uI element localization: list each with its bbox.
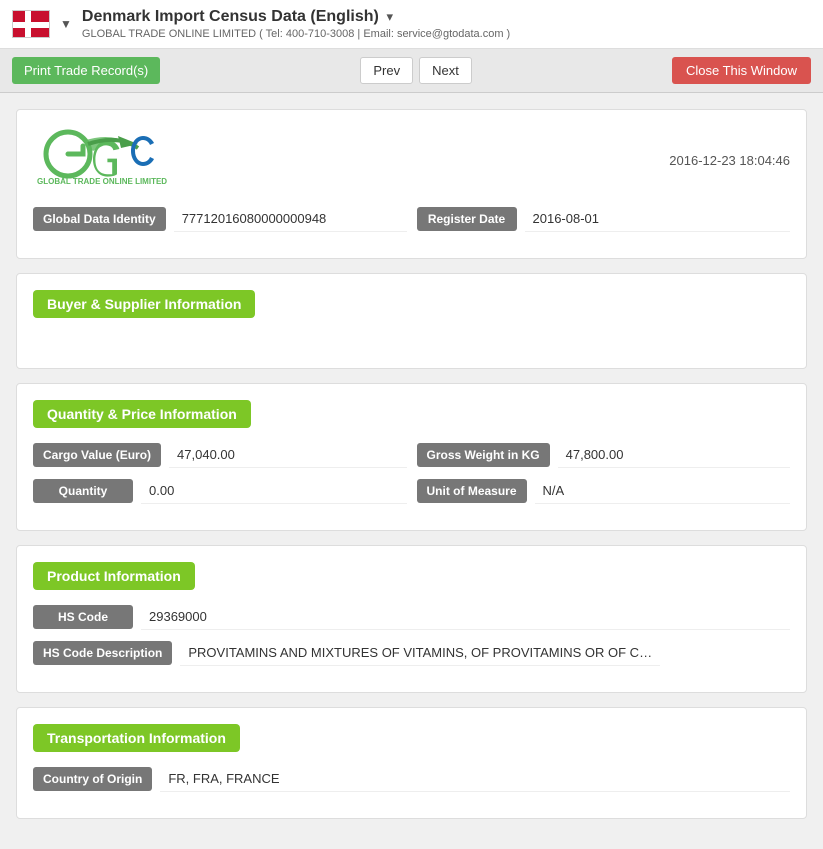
country-of-origin-value: FR, FRA, FRANCE (160, 766, 790, 792)
cargo-value-group: Cargo Value (Euro) 47,040.00 (33, 442, 407, 468)
gross-weight-label: Gross Weight in KG (417, 443, 550, 467)
hs-code-label: HS Code (33, 605, 133, 629)
header-title-block: Denmark Import Census Data (English) ▾ G… (82, 8, 811, 40)
register-date-label: Register Date (417, 207, 517, 231)
transportation-header: Transportation Information (33, 724, 240, 752)
dropdown-arrow-icon[interactable]: ▼ (60, 17, 72, 31)
country-origin-group: Country of Origin FR, FRA, FRANCE (33, 766, 790, 792)
unit-of-measure-value: N/A (535, 478, 790, 504)
toolbar: Print Trade Record(s) Prev Next Close Th… (0, 49, 823, 93)
gross-weight-value: 47,800.00 (558, 442, 790, 468)
product-section: Product Information HS Code 29369000 HS … (16, 545, 807, 693)
hs-code-row: HS Code 29369000 (33, 604, 790, 630)
svg-text:GLOBAL TRADE ONLINE LIMITED: GLOBAL TRADE ONLINE LIMITED (37, 177, 167, 186)
buyer-supplier-section: Buyer & Supplier Information (16, 273, 807, 369)
hs-desc-group: HS Code Description PROVITAMINS AND MIXT… (33, 640, 790, 666)
hs-desc-row: HS Code Description PROVITAMINS AND MIXT… (33, 640, 790, 666)
company-info: GLOBAL TRADE ONLINE LIMITED ( Tel: 400-7… (82, 28, 811, 40)
unit-of-measure-label: Unit of Measure (417, 479, 527, 503)
product-header: Product Information (33, 562, 195, 590)
prev-button[interactable]: Prev (360, 57, 413, 84)
country-of-origin-label: Country of Origin (33, 767, 152, 791)
gross-weight-group: Gross Weight in KG 47,800.00 (417, 442, 791, 468)
gto-logo: GLOBAL TRADE ONLINE LIMITED (33, 126, 173, 194)
quantity-label: Quantity (33, 479, 133, 503)
buyer-supplier-header: Buyer & Supplier Information (33, 290, 255, 318)
app-title: Denmark Import Census Data (English) (82, 8, 379, 25)
quantity-value: 0.00 (141, 478, 407, 504)
quantity-unit-row: Quantity 0.00 Unit of Measure N/A (33, 478, 790, 504)
main-content: GLOBAL TRADE ONLINE LIMITED 2016-12-23 1… (0, 93, 823, 849)
timestamp: 2016-12-23 18:04:46 (669, 153, 790, 168)
app-header: ▼ Denmark Import Census Data (English) ▾… (0, 0, 823, 49)
unit-of-measure-group: Unit of Measure N/A (417, 478, 791, 504)
identity-card: GLOBAL TRADE ONLINE LIMITED 2016-12-23 1… (16, 109, 807, 259)
flag-icon (12, 10, 50, 38)
quantity-price-section: Quantity & Price Information Cargo Value… (16, 383, 807, 531)
global-identity-row: Global Data Identity 7771201608000000094… (33, 206, 790, 232)
quantity-group: Quantity 0.00 (33, 478, 407, 504)
cargo-gross-row: Cargo Value (Euro) 47,040.00 Gross Weigh… (33, 442, 790, 468)
hs-code-value: 29369000 (141, 604, 790, 630)
hs-desc-label: HS Code Description (33, 641, 172, 665)
hs-code-group: HS Code 29369000 (33, 604, 790, 630)
global-data-identity-value: 77712016080000000948 (174, 206, 407, 232)
country-origin-row: Country of Origin FR, FRA, FRANCE (33, 766, 790, 792)
title-dropdown-arrow[interactable]: ▾ (386, 9, 393, 24)
global-data-identity-group: Global Data Identity 7771201608000000094… (33, 206, 407, 232)
hs-desc-value: PROVITAMINS AND MIXTURES OF VITAMINS, OF… (180, 640, 660, 666)
close-button[interactable]: Close This Window (672, 57, 811, 84)
print-button[interactable]: Print Trade Record(s) (12, 57, 160, 84)
register-date-value: 2016-08-01 (525, 206, 791, 232)
global-data-identity-label: Global Data Identity (33, 207, 166, 231)
cargo-value-label: Cargo Value (Euro) (33, 443, 161, 467)
buyer-supplier-content (33, 332, 790, 352)
cargo-value-value: 47,040.00 (169, 442, 406, 468)
next-button[interactable]: Next (419, 57, 472, 84)
logo-row: GLOBAL TRADE ONLINE LIMITED 2016-12-23 1… (33, 126, 790, 194)
quantity-price-header: Quantity & Price Information (33, 400, 251, 428)
transportation-section: Transportation Information Country of Or… (16, 707, 807, 819)
register-date-group: Register Date 2016-08-01 (417, 206, 791, 232)
